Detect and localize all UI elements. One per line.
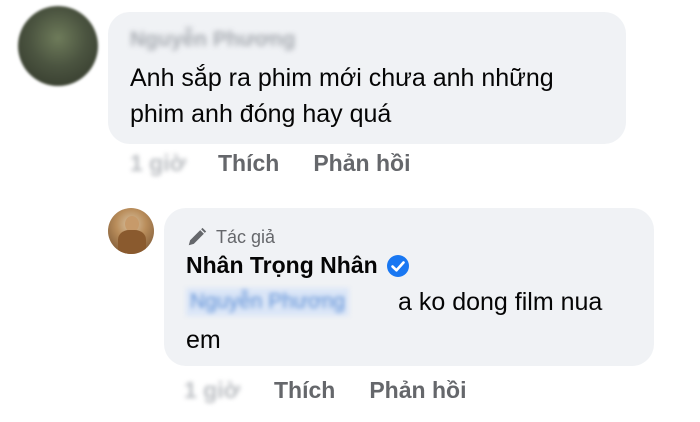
- like-button[interactable]: Thích: [218, 150, 279, 177]
- avatar-body: [118, 230, 146, 254]
- author-avatar[interactable]: [108, 208, 154, 254]
- reply-actions: 1 giờ Thích Phản hồi: [184, 377, 466, 404]
- reply-author-name[interactable]: Nhân Trọng Nhân: [186, 252, 378, 279]
- comment-text: Anh sắp ra phim mới chưa anh những phim …: [130, 64, 554, 128]
- mention-tag[interactable]: Nguyễn Phương: [186, 288, 350, 316]
- reply-timestamp[interactable]: 1 giờ: [184, 377, 240, 404]
- comment-actions: 1 giờ Thích Phản hồi: [130, 150, 410, 177]
- author-badge: Tác giả: [186, 226, 275, 248]
- reply-text-line1: a ko dong film nua: [398, 288, 603, 316]
- reply-text-line2: em: [186, 326, 221, 354]
- reply-like-button[interactable]: Thích: [274, 377, 335, 404]
- reply-button[interactable]: Phản hồi: [313, 150, 410, 177]
- pencil-icon: [188, 227, 207, 246]
- verified-check-icon: [386, 254, 409, 277]
- commenter-avatar[interactable]: [18, 6, 98, 86]
- reply-author[interactable]: Nhân Trọng Nhân: [186, 252, 410, 279]
- reply-reply-button[interactable]: Phản hồi: [369, 377, 466, 404]
- author-badge-label: Tác giả: [216, 226, 276, 247]
- comment-timestamp[interactable]: 1 giờ: [130, 150, 188, 177]
- commenter-name[interactable]: Nguyễn Phương: [130, 28, 295, 52]
